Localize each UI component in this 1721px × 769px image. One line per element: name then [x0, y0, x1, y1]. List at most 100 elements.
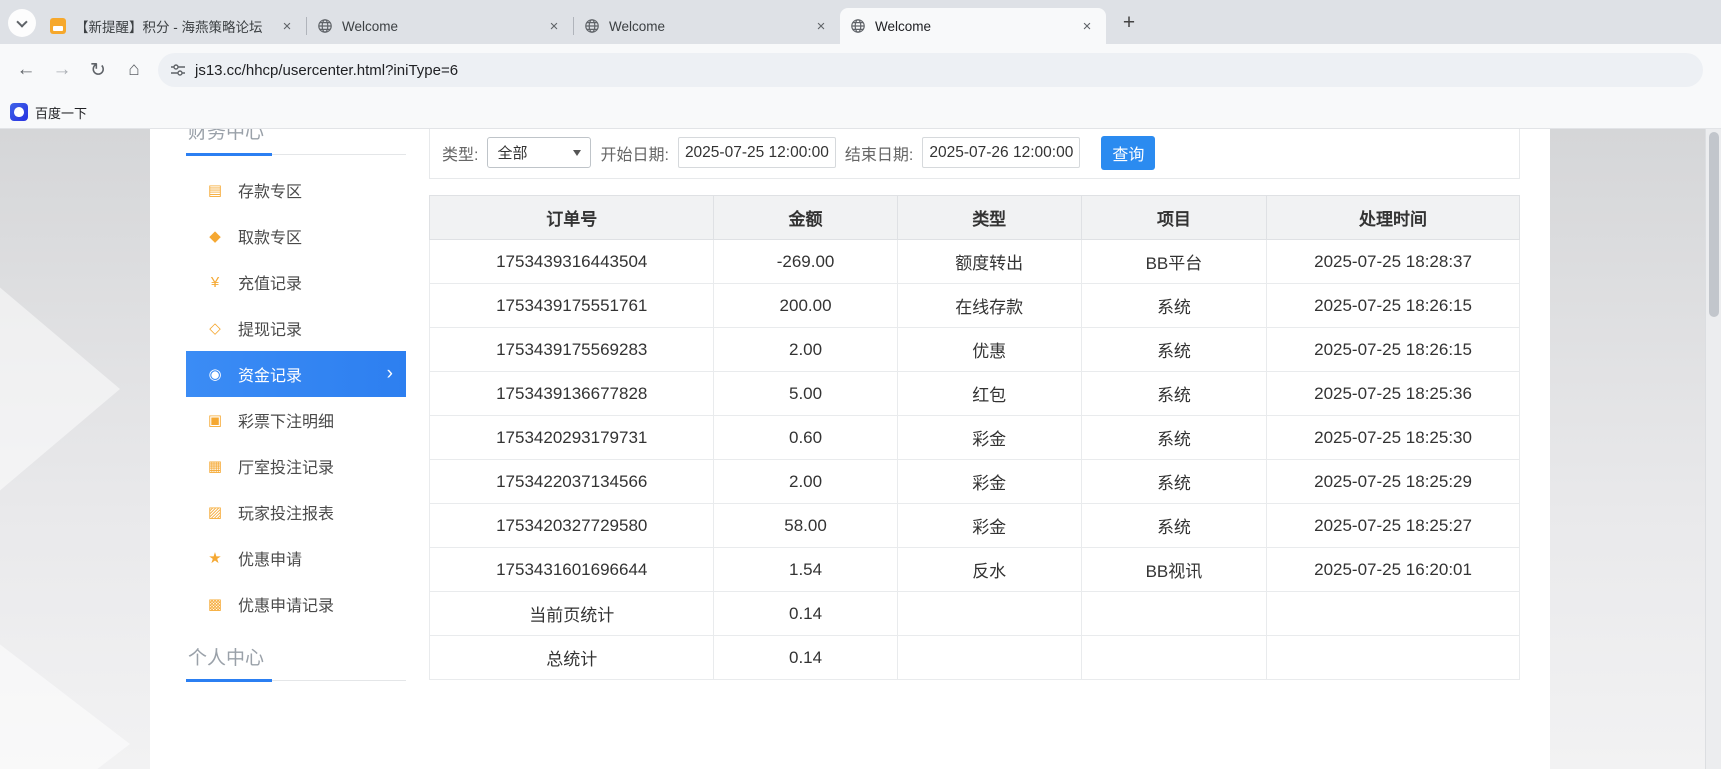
reload-icon: ↻ [90, 59, 106, 81]
table-row: 总统计 0.14 [428, 635, 1520, 680]
table-cell: 红包 [896, 371, 1082, 416]
home-icon: ⌂ [128, 59, 140, 80]
table-cell: 1753439316443504 [428, 239, 715, 284]
table-cell: 1.54 [713, 547, 898, 592]
browser-tab[interactable]: 【新提醒】积分 - 海燕策略论坛 × [40, 8, 306, 44]
browser-tab[interactable]: Welcome × [840, 8, 1106, 44]
column-header: 处理时间 [1266, 195, 1520, 240]
table-cell: 系统 [1080, 283, 1268, 328]
tab-title: Welcome [342, 18, 399, 34]
player-report-icon: ▨ [207, 504, 223, 521]
table-cell: 在线存款 [896, 283, 1082, 328]
page-scrollbar[interactable] [1705, 129, 1721, 769]
table-cell: 200.00 [713, 283, 898, 328]
reload-button[interactable]: ↻ [80, 52, 116, 88]
address-bar[interactable]: js13.cc/hhcp/usercenter.html?iniType=6 [158, 53, 1703, 87]
table-cell: 1753439175569283 [428, 327, 715, 372]
start-date-label: 开始日期: [600, 146, 669, 164]
table-cell: 额度转出 [896, 239, 1082, 284]
sidebar-item-label: 优惠申请 [238, 552, 303, 569]
table-cell: 2025-07-25 16:20:01 [1266, 547, 1520, 592]
funds-record-icon: ◉ [208, 366, 222, 383]
tab-title: Welcome [875, 18, 932, 34]
table-cell: 1753431601696644 [428, 547, 715, 592]
main-panel: 类型: 全部 开始日期: 结束日期: 查询 订单号金额类型项目处理时间 1753… [406, 129, 1550, 769]
sidebar-menu: ▤ 存款专区 ◆ 取款专区 ¥ 充值记录 ◇ 提现记录 ◉ 资金记录 › ▣ 彩票下注明细 ▦ 厅室投注记录… [186, 167, 406, 627]
bookmark-item[interactable]: 百度一下 [35, 103, 87, 122]
browser-tab[interactable]: Welcome × [574, 8, 840, 44]
site-info-icon[interactable] [170, 62, 186, 78]
table-cell: 系统 [1080, 503, 1268, 548]
sidebar-item-label: 厅室投注记录 [238, 460, 335, 477]
table-cell: 2025-07-25 18:26:15 [1266, 327, 1520, 372]
sidebar-section-finance: 财务中心 [186, 129, 406, 156]
url-text: js13.cc/hhcp/usercenter.html?iniType=6 [195, 61, 459, 79]
tab-divider [306, 17, 307, 35]
query-button[interactable]: 查询 [1101, 135, 1156, 170]
table-cell [896, 635, 1082, 680]
table-cell: 系统 [1080, 459, 1268, 504]
sidebar-item[interactable]: ¥ 充值记录 [186, 259, 406, 305]
sidebar-item-label: 提现记录 [238, 322, 303, 339]
globe-favicon [584, 18, 600, 34]
promo-record-icon: ▩ [207, 596, 223, 613]
table-cell: 优惠 [896, 327, 1082, 372]
sidebar-item-label: 充值记录 [238, 276, 303, 293]
table-cell: 2025-07-25 18:25:36 [1266, 371, 1520, 416]
sidebar-item-label: 存款专区 [238, 184, 303, 201]
tab-strip: 【新提醒】积分 - 海燕策略论坛 × Welcome × Welcome × Welcome… [0, 0, 1721, 44]
back-button[interactable]: ← [8, 52, 44, 88]
table-cell: 1753422037134566 [428, 459, 715, 504]
table-cell [1266, 635, 1520, 680]
sidebar-item-label: 彩票下注明细 [238, 414, 335, 431]
table-cell: 1753439175551761 [428, 283, 715, 328]
table-cell: 2.00 [713, 327, 898, 372]
start-date-input[interactable] [677, 137, 836, 168]
tab-search-button[interactable] [8, 9, 36, 37]
lottery-detail-icon: ▣ [207, 412, 223, 429]
sidebar-item[interactable]: ▩ 优惠申请记录 [186, 581, 406, 627]
sidebar-item[interactable]: ◉ 资金记录 › [186, 351, 406, 397]
new-tab-button[interactable]: + [1114, 8, 1144, 38]
table-cell [896, 591, 1082, 636]
forward-icon: → [52, 59, 72, 80]
sidebar-item[interactable]: ▦ 厅室投注记录 [186, 443, 406, 489]
forum-favicon [50, 18, 66, 34]
sidebar-item[interactable]: ▣ 彩票下注明细 [186, 397, 406, 443]
end-date-input[interactable] [922, 137, 1081, 168]
table-row: 1753439175569283 2.00 优惠 系统 2025-07-25 18:26… [428, 327, 1520, 372]
sidebar-item[interactable]: ◆ 取款专区 [186, 213, 406, 259]
sidebar-item[interactable]: ▤ 存款专区 [186, 167, 406, 213]
table-cell: 1753439136677828 [428, 371, 715, 416]
end-date-label: 结束日期: [844, 146, 914, 164]
plus-icon: + [1122, 11, 1136, 34]
close-icon[interactable]: × [545, 17, 563, 35]
table-cell: -269.00 [713, 239, 898, 284]
browser-tab[interactable]: Welcome × [307, 8, 573, 44]
type-select-value: 全部 [497, 145, 528, 162]
table-row: 1753439136677828 5.00 红包 系统 2025-07-25 18:25… [428, 371, 1520, 416]
home-button[interactable]: ⌂ [116, 52, 152, 88]
type-select[interactable]: 全部 [487, 137, 592, 168]
sidebar-item[interactable]: ▨ 玩家投注报表 [186, 489, 406, 535]
sidebar-section-personal: 个人中心 [186, 627, 406, 682]
sidebar-item[interactable]: ★ 优惠申请 [186, 535, 406, 581]
close-icon[interactable]: × [278, 17, 296, 35]
table-cell [1080, 635, 1268, 680]
close-icon[interactable]: × [812, 17, 830, 35]
table-cell: 当前页统计 [428, 591, 715, 636]
page-right-decoration [1550, 129, 1705, 769]
table-row: 1753431601696644 1.54 反水 BB视讯 2025-07-25 16:… [428, 547, 1520, 592]
scrollbar-thumb[interactable] [1708, 132, 1719, 317]
page-left-decoration [0, 129, 150, 769]
table-cell: BB视讯 [1080, 547, 1268, 592]
decorative-triangle [0, 279, 120, 499]
decorative-triangle [0, 629, 130, 769]
forward-button[interactable]: → [44, 52, 80, 88]
promo-apply-icon: ★ [208, 550, 222, 567]
close-icon[interactable]: × [1078, 17, 1096, 35]
table-cell: 2025-07-25 18:26:15 [1266, 283, 1520, 328]
table-cell: BB平台 [1080, 239, 1268, 284]
table-cell: 1753420327729580 [428, 503, 715, 548]
sidebar-item[interactable]: ◇ 提现记录 [186, 305, 406, 351]
